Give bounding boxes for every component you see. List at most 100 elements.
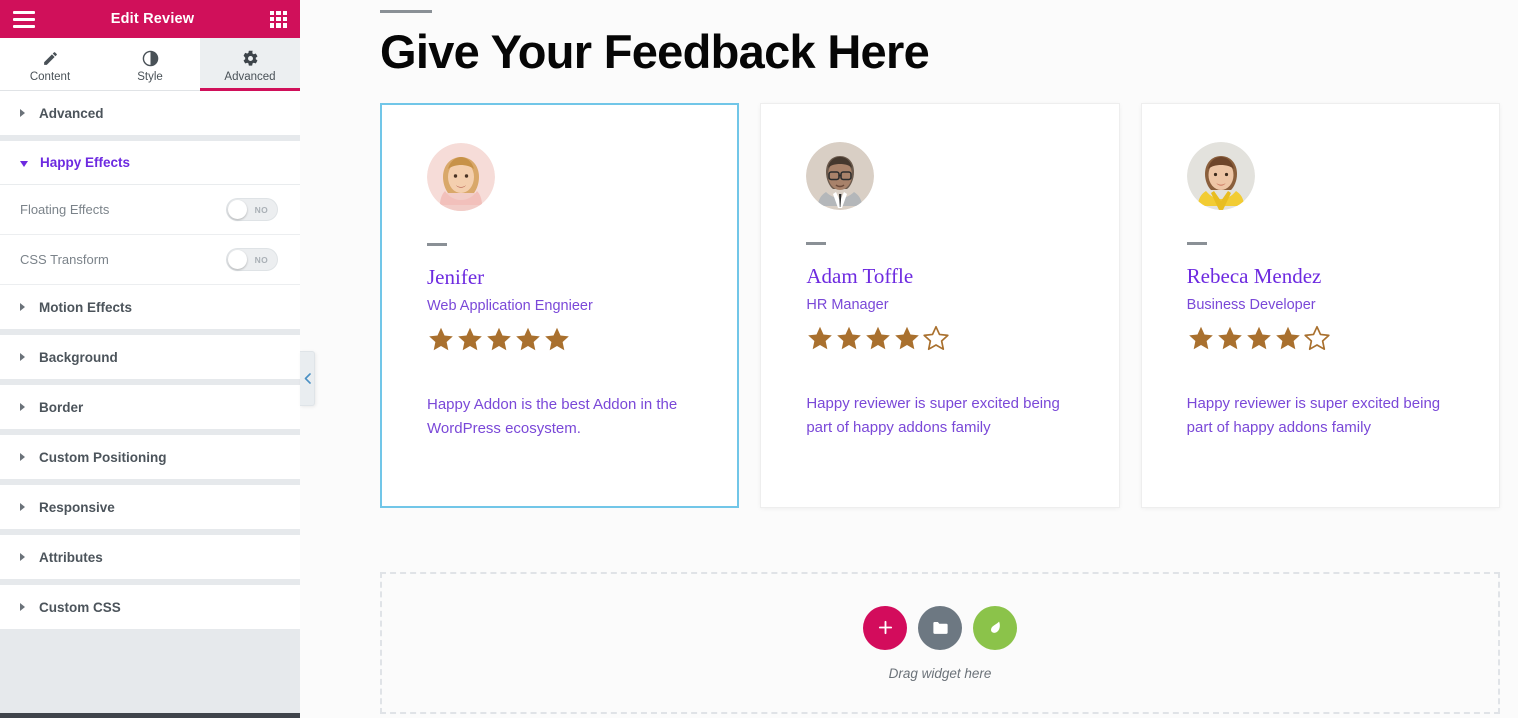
star-filled-icon	[1246, 327, 1271, 350]
chevron-right-icon	[20, 503, 25, 511]
star-filled-icon	[487, 328, 511, 351]
tab-style[interactable]: Style	[100, 38, 200, 90]
panel-tabs: Content Style Advanced	[0, 38, 300, 91]
avatar	[1186, 142, 1255, 211]
reviewer-title: Web Application Engnieer	[427, 298, 593, 315]
rating-stars	[427, 326, 692, 353]
chevron-right-icon	[20, 109, 25, 117]
section-custom-positioning[interactable]: Custom Positioning	[0, 435, 300, 479]
section-custom-positioning-label: Custom Positioning	[39, 449, 167, 465]
star-filled-icon	[429, 328, 453, 351]
star-filled-icon	[837, 327, 862, 350]
contrast-half-circle-icon	[142, 49, 159, 68]
control-floating-effects: Floating Effects NO	[0, 185, 300, 235]
review-card[interactable]: Adam Toffle HR Manager Happy reviewer is…	[760, 103, 1120, 509]
review-text: Happy Addon is the best Addon in the Wor…	[427, 396, 678, 437]
toggle-knob	[228, 200, 247, 219]
section-border[interactable]: Border	[0, 385, 300, 429]
toggle-knob	[228, 250, 247, 269]
css-transform-toggle[interactable]: NO	[226, 248, 278, 271]
panel-title: Edit Review	[110, 11, 195, 27]
leaf-icon	[990, 621, 1000, 634]
review-text: Happy reviewer is super excited being pa…	[1186, 395, 1441, 436]
section-advanced-label: Advanced	[39, 105, 104, 121]
star-filled-icon	[1188, 327, 1213, 350]
reviewer-name: Adam Toffle	[806, 264, 914, 289]
star-filled-icon	[516, 328, 540, 351]
star-filled-icon	[545, 328, 569, 351]
section-border-label: Border	[39, 399, 84, 415]
control-css-transform: CSS Transform NO	[0, 235, 300, 285]
elementor-editor: Edit Review Content Style Advanced Advan…	[0, 0, 1518, 718]
tab-style-label: Style	[137, 71, 163, 83]
panel-sections: Advanced Happy Effects Floating Effects …	[0, 91, 300, 713]
star-filled-icon	[1217, 327, 1242, 350]
review-text: Happy reviewer is super excited being pa…	[806, 395, 1060, 436]
chevron-right-icon	[20, 403, 25, 411]
section-responsive[interactable]: Responsive	[0, 485, 300, 529]
section-custom-css[interactable]: Custom CSS	[0, 585, 300, 629]
avatar-woman-blonde	[427, 143, 495, 212]
heading-divider	[380, 10, 432, 13]
review-card[interactable]: Jenifer Web Application Engnieer Happy A…	[380, 103, 740, 509]
card-divider	[1186, 242, 1207, 246]
floating-effects-toggle[interactable]: NO	[226, 198, 278, 221]
chevron-right-icon	[20, 303, 25, 311]
avatar	[427, 143, 495, 212]
chevron-right-icon	[20, 353, 25, 361]
reviewer-title: Business Developer	[1186, 297, 1316, 314]
chevron-right-icon	[20, 453, 25, 461]
grid-apps-icon[interactable]	[270, 10, 287, 28]
tab-content[interactable]: Content	[0, 38, 100, 90]
css-transform-label: CSS Transform	[20, 252, 109, 267]
floating-effects-label: Floating Effects	[20, 202, 110, 217]
template-library-button[interactable]	[918, 605, 962, 650]
plus-icon	[878, 621, 892, 635]
section-background[interactable]: Background	[0, 335, 300, 379]
reviewer-name: Jenifer	[427, 265, 485, 290]
rating-stars	[1187, 325, 1454, 352]
chevron-right-icon	[20, 603, 25, 611]
chevron-right-icon	[20, 553, 25, 561]
page-title: Give Your Feedback Here	[380, 25, 930, 78]
review-card[interactable]: Rebeca Mendez Business Developer Happy r…	[1140, 103, 1500, 509]
star-outline-icon	[1304, 326, 1330, 351]
star-filled-icon	[1275, 327, 1300, 350]
panel-header: Edit Review	[0, 0, 300, 38]
section-advanced[interactable]: Advanced	[0, 91, 300, 135]
tab-advanced-label: Advanced	[224, 71, 276, 83]
section-responsive-label: Responsive	[39, 499, 115, 515]
dropzone-label: Drag widget here	[888, 665, 992, 681]
section-background-label: Background	[39, 349, 118, 365]
avatar	[806, 142, 875, 211]
avatar-man-glasses	[806, 142, 875, 211]
happy-addons-button[interactable]	[973, 605, 1017, 650]
css-transform-value: NO	[254, 254, 268, 265]
section-motion-effects[interactable]: Motion Effects	[0, 285, 300, 329]
section-attributes[interactable]: Attributes	[0, 535, 300, 579]
star-outline-icon	[923, 326, 949, 351]
hamburger-icon[interactable]	[13, 10, 35, 28]
add-widget-button[interactable]	[863, 605, 907, 650]
reviews-row: Jenifer Web Application Engnieer Happy A…	[380, 103, 1500, 509]
panel-collapse-handle[interactable]	[300, 351, 315, 406]
star-filled-icon	[895, 327, 920, 350]
floating-effects-value: NO	[254, 204, 268, 215]
section-happy-effects[interactable]: Happy Effects	[0, 141, 300, 185]
gear-icon	[242, 49, 259, 68]
section-attributes-label: Attributes	[39, 549, 103, 565]
tab-advanced[interactable]: Advanced	[200, 38, 300, 91]
section-custom-css-label: Custom CSS	[39, 599, 121, 615]
dropzone-buttons	[863, 605, 1017, 650]
star-filled-icon	[866, 327, 891, 350]
folder-icon	[932, 622, 948, 635]
chevron-left-icon	[304, 373, 311, 384]
star-filled-icon	[808, 327, 833, 350]
card-divider	[806, 242, 827, 246]
editor-sidebar-panel: Edit Review Content Style Advanced Advan…	[0, 0, 300, 718]
tab-content-label: Content	[29, 71, 71, 83]
card-divider	[427, 243, 447, 247]
rating-stars	[806, 325, 1073, 352]
widget-dropzone[interactable]: Drag widget here	[380, 572, 1500, 715]
pencil-icon	[42, 49, 59, 68]
